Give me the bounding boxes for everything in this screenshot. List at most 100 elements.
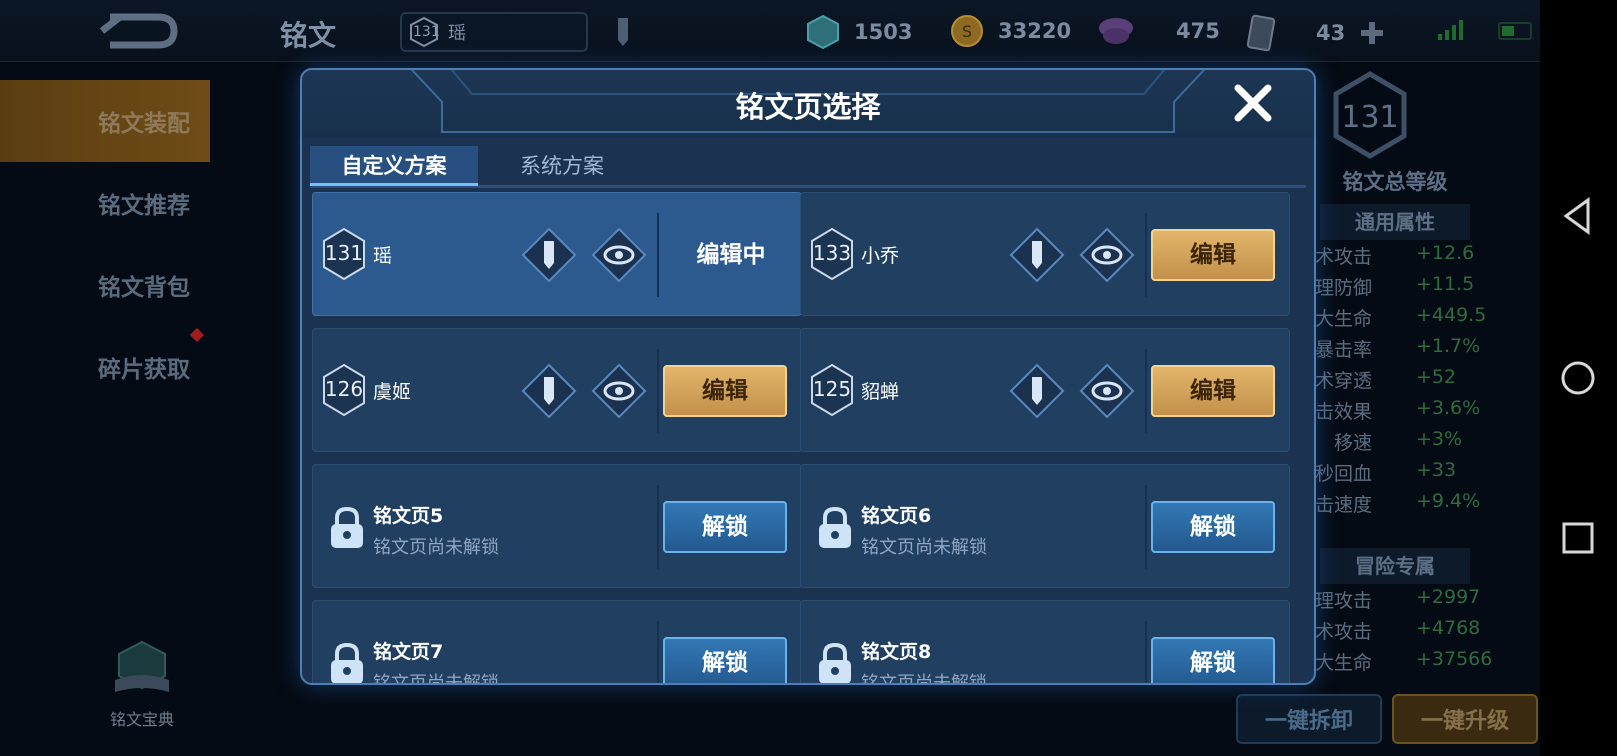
pen-icon — [618, 18, 628, 46]
stat-name: 暴击率 — [1314, 339, 1372, 361]
sidebar-item-fragments[interactable]: 碎片获取 — [0, 326, 210, 408]
divider — [657, 349, 659, 433]
stat-value: +9.4% — [1416, 490, 1481, 512]
hero-level: 131 — [413, 24, 440, 40]
sidebar-item-equip[interactable]: 铭文装配 — [0, 80, 210, 162]
general-stats-header: 通用属性 — [1320, 204, 1470, 240]
gold-coin-icon: S — [951, 15, 983, 47]
rune-page-card-1[interactable]: 131 瑶 编辑中 — [312, 192, 802, 316]
page-name: 铭文页6 — [861, 505, 932, 527]
rename-button[interactable] — [610, 14, 636, 54]
codex-button[interactable]: 铭文宝典 — [100, 640, 184, 730]
back-button[interactable] — [60, 6, 200, 56]
divider — [1145, 213, 1147, 297]
edit-button[interactable]: 编辑 — [663, 365, 787, 417]
sidebar-item-recommend[interactable]: 铭文推荐 — [0, 162, 210, 244]
rune-page-card-6: 铭文页6 铭文页尚未解锁 解锁 — [800, 464, 1290, 588]
lock-icon — [819, 642, 851, 683]
page-name: 铭文页7 — [373, 641, 444, 663]
unlock-button[interactable]: 解锁 — [1151, 637, 1275, 683]
unlock-button[interactable]: 解锁 — [663, 501, 787, 553]
level-badge: 126 — [321, 363, 367, 417]
book-icon — [115, 640, 169, 692]
currency-card: 43 — [1246, 14, 1385, 52]
page-locked-text: 铭文页尚未解锁 — [861, 537, 987, 558]
top-bar: 铭文 131 瑶 1503 S 33220 475 43 — [0, 0, 1540, 62]
stat-name: 术攻击 — [1314, 621, 1372, 643]
divider — [1145, 349, 1147, 433]
pen-icon[interactable] — [1009, 363, 1065, 419]
page-name: 铭文页5 — [373, 505, 444, 527]
system-nav-bar — [1540, 0, 1617, 756]
upgrade-all-button[interactable]: 一键升级 — [1392, 694, 1538, 744]
divider — [657, 485, 659, 569]
page-level: 125 — [812, 377, 852, 401]
tab-custom[interactable]: 自定义方案 — [310, 146, 478, 186]
edit-button[interactable]: 编辑 — [1151, 229, 1275, 281]
eye-icon[interactable] — [591, 227, 647, 283]
lock-icon — [331, 642, 363, 683]
eye-icon[interactable] — [591, 363, 647, 419]
page-locked-text: 铭文页尚未解锁 — [861, 673, 987, 685]
stat-value: +449.5 — [1416, 304, 1487, 326]
stat-value: +52 — [1416, 366, 1457, 388]
edit-button[interactable]: 编辑 — [1151, 365, 1275, 417]
unequip-all-button[interactable]: 一键拆卸 — [1236, 694, 1382, 744]
stat-row: 大生命 +37566 — [1300, 648, 1493, 679]
home-circle-icon[interactable] — [1558, 358, 1598, 398]
pen-icon[interactable] — [521, 227, 577, 283]
unlock-button[interactable]: 解锁 — [1151, 501, 1275, 553]
close-icon[interactable] — [1230, 80, 1276, 126]
stat-name: 秒回血 — [1314, 463, 1372, 485]
stat-name: 大生命 — [1314, 652, 1372, 674]
stat-row: 术攻击 +12.6 — [1300, 242, 1490, 273]
battery-icon — [1498, 22, 1532, 40]
sidebar-item-bag[interactable]: 铭文背包 — [0, 244, 210, 326]
tab-system[interactable]: 系统方案 — [478, 146, 646, 186]
level-badge: 131 — [321, 227, 367, 281]
rune-page-card-5: 铭文页5 铭文页尚未解锁 解锁 — [312, 464, 802, 588]
stat-name: 移速 — [1333, 432, 1372, 454]
hero-name: 瑶 — [448, 23, 466, 44]
page-hero-name: 小乔 — [861, 245, 900, 267]
dialog-title: 铭文页选择 — [735, 90, 881, 124]
rune-page-card-4[interactable]: 125 貂蝉 编辑 — [800, 328, 1290, 452]
pen-icon[interactable] — [1009, 227, 1065, 283]
stat-value: +37566 — [1416, 648, 1493, 670]
pen-icon[interactable] — [521, 363, 577, 419]
page-level: 133 — [812, 241, 852, 265]
stat-row: 理防御 +11.5 — [1300, 273, 1490, 304]
stat-value: +11.5 — [1416, 273, 1475, 295]
unlock-button[interactable]: 解锁 — [663, 637, 787, 683]
svg-text:S: S — [962, 22, 972, 41]
page-title: 铭文 — [280, 19, 337, 52]
eye-icon[interactable] — [1079, 227, 1135, 283]
tab-divider — [310, 186, 1306, 188]
divider — [1145, 485, 1147, 569]
stat-row: 秒回血 +33 — [1300, 459, 1490, 490]
rune-page-card-2[interactable]: 133 小乔 编辑 — [800, 192, 1290, 316]
stat-row: 击效果 +3.6% — [1300, 397, 1490, 428]
eye-icon[interactable] — [1079, 363, 1135, 419]
stat-value: +3.6% — [1416, 397, 1481, 419]
lock-icon — [331, 506, 363, 548]
hero-selector[interactable]: 131 瑶 — [400, 12, 588, 52]
sidebar: 铭文装配 铭文推荐 铭文背包 碎片获取 — [0, 80, 210, 408]
back-triangle-icon[interactable] — [1558, 196, 1598, 236]
rune-page-card-3[interactable]: 126 虞姬 编辑 — [312, 328, 802, 452]
stat-row: 移速 +3% — [1300, 428, 1490, 459]
diamond-count: 1503 — [854, 20, 913, 44]
gold-count: 33220 — [998, 19, 1072, 43]
divider — [657, 621, 659, 683]
codex-label: 铭文宝典 — [109, 710, 174, 729]
stat-name: 术穿透 — [1314, 370, 1372, 392]
plus-icon[interactable] — [1359, 20, 1385, 46]
stat-value: +1.7% — [1416, 335, 1481, 357]
currency-crystal: 475 — [1096, 14, 1220, 48]
card-icon — [1246, 14, 1276, 52]
crystal-count: 475 — [1176, 19, 1220, 43]
adventure-stats-header: 冒险专属 — [1320, 548, 1470, 584]
editing-status: 编辑中 — [696, 242, 766, 268]
dialog-header: 铭文页选择 — [302, 70, 1314, 138]
recents-square-icon[interactable] — [1558, 518, 1598, 558]
